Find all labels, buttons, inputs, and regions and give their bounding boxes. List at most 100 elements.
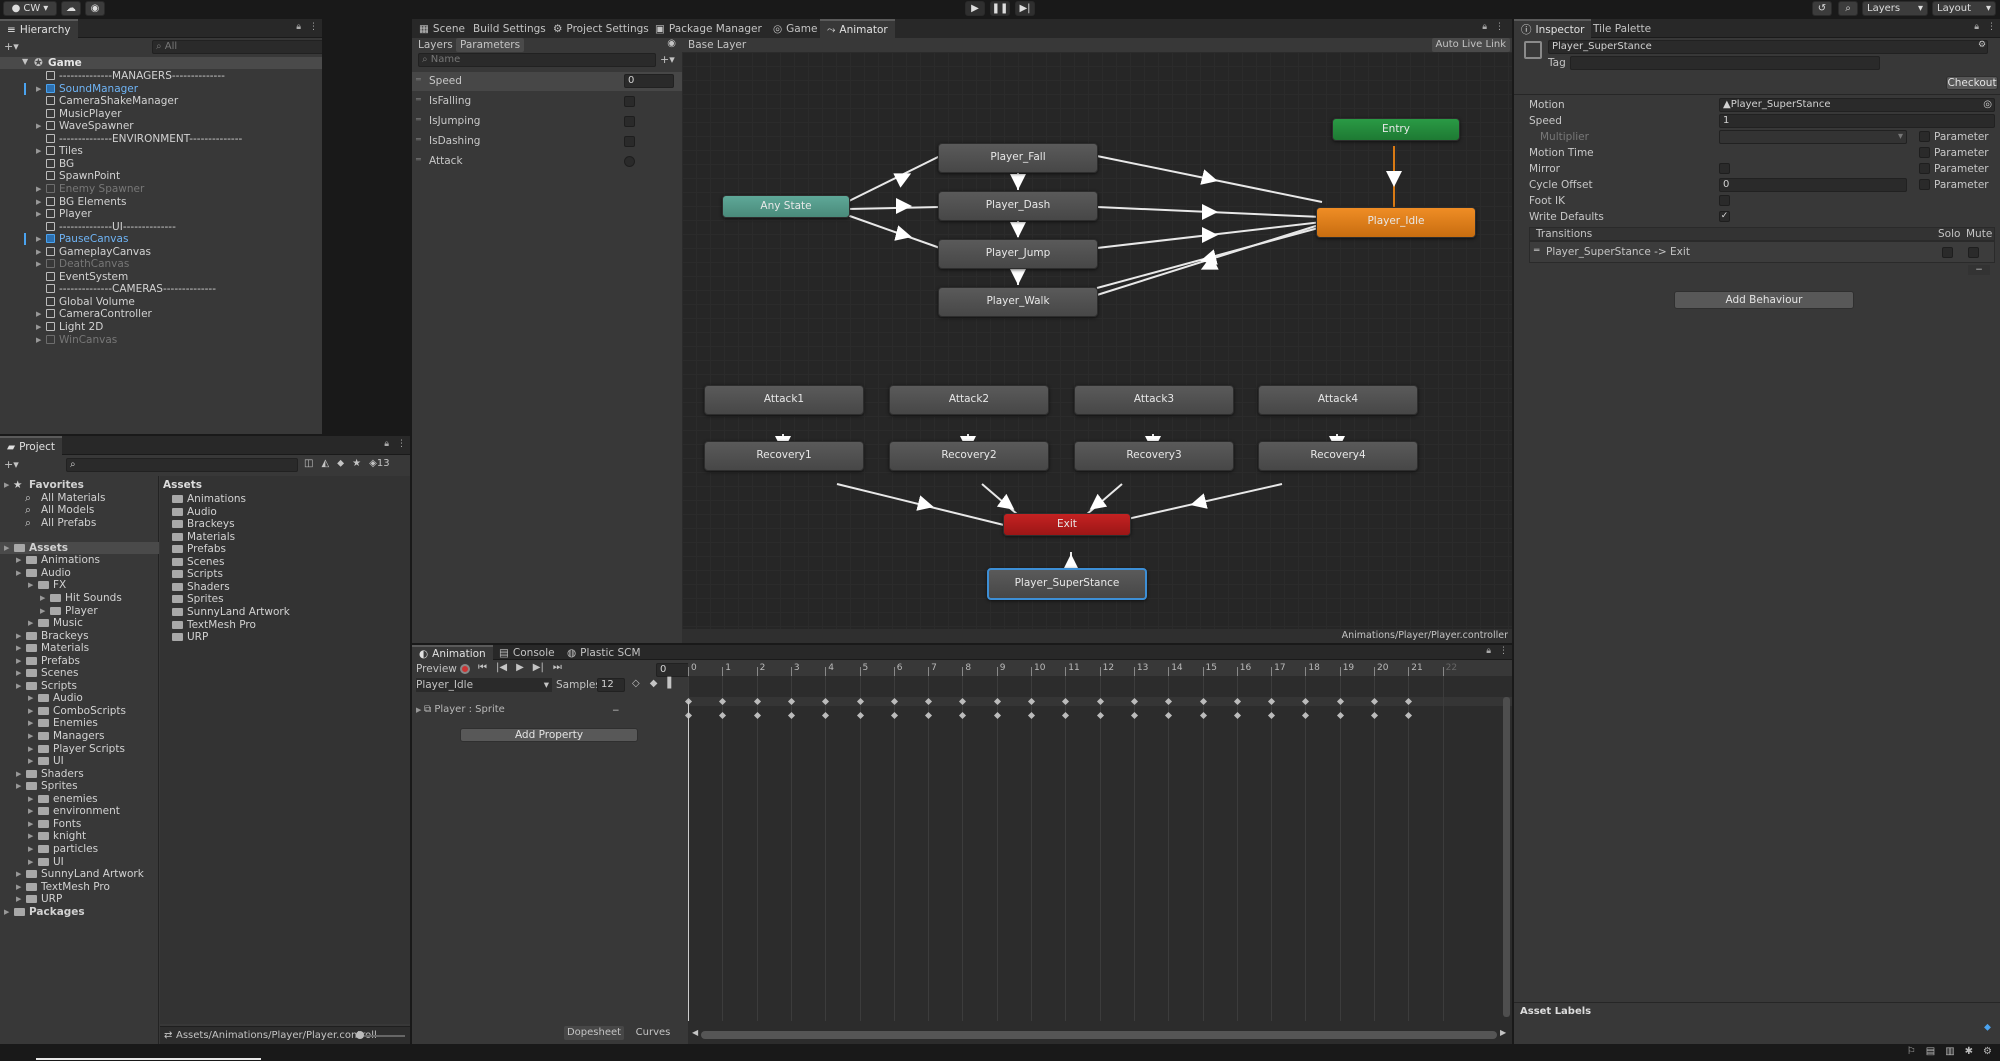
tag-icon[interactable]: ⬥ [337,458,344,469]
expand-arrow-icon[interactable]: ▶ [16,667,24,679]
asset-item[interactable]: SunnyLand Artwork [172,606,290,618]
hierarchy-item[interactable]: Global Volume [0,296,322,308]
state-recovery4[interactable]: Recovery4 [1258,441,1418,471]
breadcrumb[interactable]: Base Layer [688,39,746,51]
project-tree-item[interactable]: ▶ Audio [0,692,159,704]
more-icon[interactable]: ⋮ [1987,22,1996,32]
vertical-scrollbar[interactable] [1503,697,1510,1017]
prev-keyframe-icon[interactable]: |◀ [496,662,507,673]
auto-live-link-button[interactable]: Auto Live Link [1431,38,1510,52]
hierarchy-item[interactable]: --------------CAMERAS-------------- [0,283,322,295]
asset-item[interactable]: Materials [172,531,235,543]
write-defaults-checkbox[interactable]: ✓ [1719,211,1730,222]
tab-console[interactable]: ▤ Console [492,645,562,660]
history-icon[interactable]: ↺ [1812,1,1832,16]
keyframe[interactable] [1027,711,1036,720]
expand-arrow-icon[interactable]: ▶ [36,308,44,320]
tab-build-settings[interactable]: Build Settings [466,19,553,39]
keyframe[interactable] [1370,711,1379,720]
multiplier-parameter-checkbox[interactable] [1919,131,1930,142]
first-keyframe-icon[interactable]: ⏮ [478,662,487,673]
horizontal-scrollbar[interactable] [701,1031,1497,1039]
filter-type-icon[interactable]: ◫ [304,458,313,469]
expand-arrow-icon[interactable]: ▶ [16,567,24,579]
pause-button[interactable]: ❚❚ [990,1,1010,16]
project-tree-item[interactable]: ▶ UI [0,755,159,767]
expand-arrow-icon[interactable]: ▶ [28,617,36,629]
expand-arrow-icon[interactable]: ▶ [28,692,36,704]
parameter-row[interactable]: ═ IsDashing [412,132,682,151]
asset-item[interactable]: Brackeys [172,518,235,530]
lock-icon[interactable]: 🔒︎ [1486,646,1491,656]
keyframe[interactable] [1233,711,1241,720]
asset-item[interactable]: Scenes [172,556,224,568]
state-player-fall[interactable]: Player_Fall [938,143,1098,173]
project-tree-item[interactable]: ▶ Shaders [0,768,159,780]
expand-arrow-icon[interactable]: ▶ [16,868,24,880]
samples-input[interactable]: 12 [597,678,625,692]
keyframe[interactable] [1130,711,1138,720]
expand-arrow-icon[interactable]: ▶ [36,334,44,346]
state-graph[interactable]: Any State Entry Player_Idle Player_Fall … [682,52,1512,629]
hierarchy-item[interactable]: ▶ Enemy Spawner [0,183,322,195]
settings-icon[interactable]: ⚙ [1978,40,1986,50]
hierarchy-item[interactable]: --------------UI-------------- [0,221,322,233]
zoom-slider-handle[interactable] [356,1031,364,1039]
parameter-row[interactable]: ═ Speed 0 [412,72,682,91]
add-button[interactable]: +▾ [4,40,19,53]
project-tree-item[interactable]: ▶ Brackeys [0,630,159,642]
asset-item[interactable]: Prefabs [172,543,226,555]
curves-tab[interactable]: Curves [628,1026,678,1040]
state-entry[interactable]: Entry [1332,118,1460,141]
account-dropdown[interactable]: ● CW ▾ [3,1,57,16]
expand-arrow-icon[interactable]: ▶ [16,655,24,667]
dopesheet-tab[interactable]: Dopesheet [564,1026,624,1040]
tab-animator[interactable]: ⤳ Animator [820,19,895,39]
state-exit[interactable]: Exit [1003,513,1131,536]
parameter-row[interactable]: ═ Attack [412,152,682,171]
drag-handle-icon[interactable]: ═ [416,75,421,84]
tab-tile-palette[interactable]: Tile Palette [1586,19,1658,38]
more-icon[interactable]: ⋮ [1499,646,1508,656]
state-any-state[interactable]: Any State [722,195,850,218]
play-icon[interactable]: ▶ [516,662,524,673]
more-icon[interactable]: ⋮ [1495,22,1504,32]
project-tree-item[interactable]: ▶ TextMesh Pro [0,881,159,893]
hierarchy-item[interactable]: EventSystem [0,271,322,283]
project-tree-item[interactable]: ▶ knight [0,830,159,842]
hierarchy-item[interactable]: SpawnPoint [0,170,322,182]
drag-handle-icon[interactable]: ═ [1534,246,1539,256]
expand-arrow-icon[interactable]: ▶ [36,83,44,95]
zoom-slider[interactable] [360,1035,405,1037]
expand-arrow-icon[interactable]: ▶ [28,793,36,805]
parameter-value-input[interactable]: 0 [624,74,674,88]
keyframe[interactable] [1096,711,1104,720]
hierarchy-item[interactable]: ▶ Tiles [0,145,322,157]
project-tree-item[interactable]: ▶ FX [0,579,159,591]
record-button[interactable] [460,664,470,674]
tab-scene[interactable]: ▦ Scene [412,19,472,39]
project-tree-item[interactable]: ▶ SunnyLand Artwork [0,868,159,880]
project-tree-item[interactable]: ▶ Enemies [0,717,159,729]
hierarchy-item[interactable]: ▶ WaveSpawner [0,120,322,132]
eye-icon[interactable]: ◉ [667,38,676,49]
expand-arrow-icon[interactable]: ▶ [16,893,24,905]
expand-arrow-icon[interactable]: ▶ [36,258,44,270]
keyframe[interactable] [787,711,795,720]
expand-arrow-icon[interactable]: ▶ [16,642,24,654]
speed-input[interactable]: 1 [1719,114,1995,128]
state-player-walk[interactable]: Player_Walk [938,287,1098,317]
debug-icon[interactable]: ⚐ [1907,1046,1916,1057]
keyframe[interactable] [1199,711,1207,720]
keyframe[interactable] [1405,711,1413,720]
project-tree-item[interactable]: ▶ Animations [0,554,159,566]
keyframe[interactable] [993,711,1001,720]
state-attack3[interactable]: Attack3 [1074,385,1234,415]
trigger-radio[interactable] [624,156,635,167]
expand-arrow-icon[interactable]: ▶ [40,605,48,617]
state-recovery1[interactable]: Recovery1 [704,441,864,471]
expand-arrow-icon[interactable]: ▶ [36,183,44,195]
lock-icon[interactable]: 🔒︎ [384,439,389,449]
multiplier-dropdown[interactable]: ▾ [1719,130,1907,144]
keyframe[interactable] [719,711,727,720]
